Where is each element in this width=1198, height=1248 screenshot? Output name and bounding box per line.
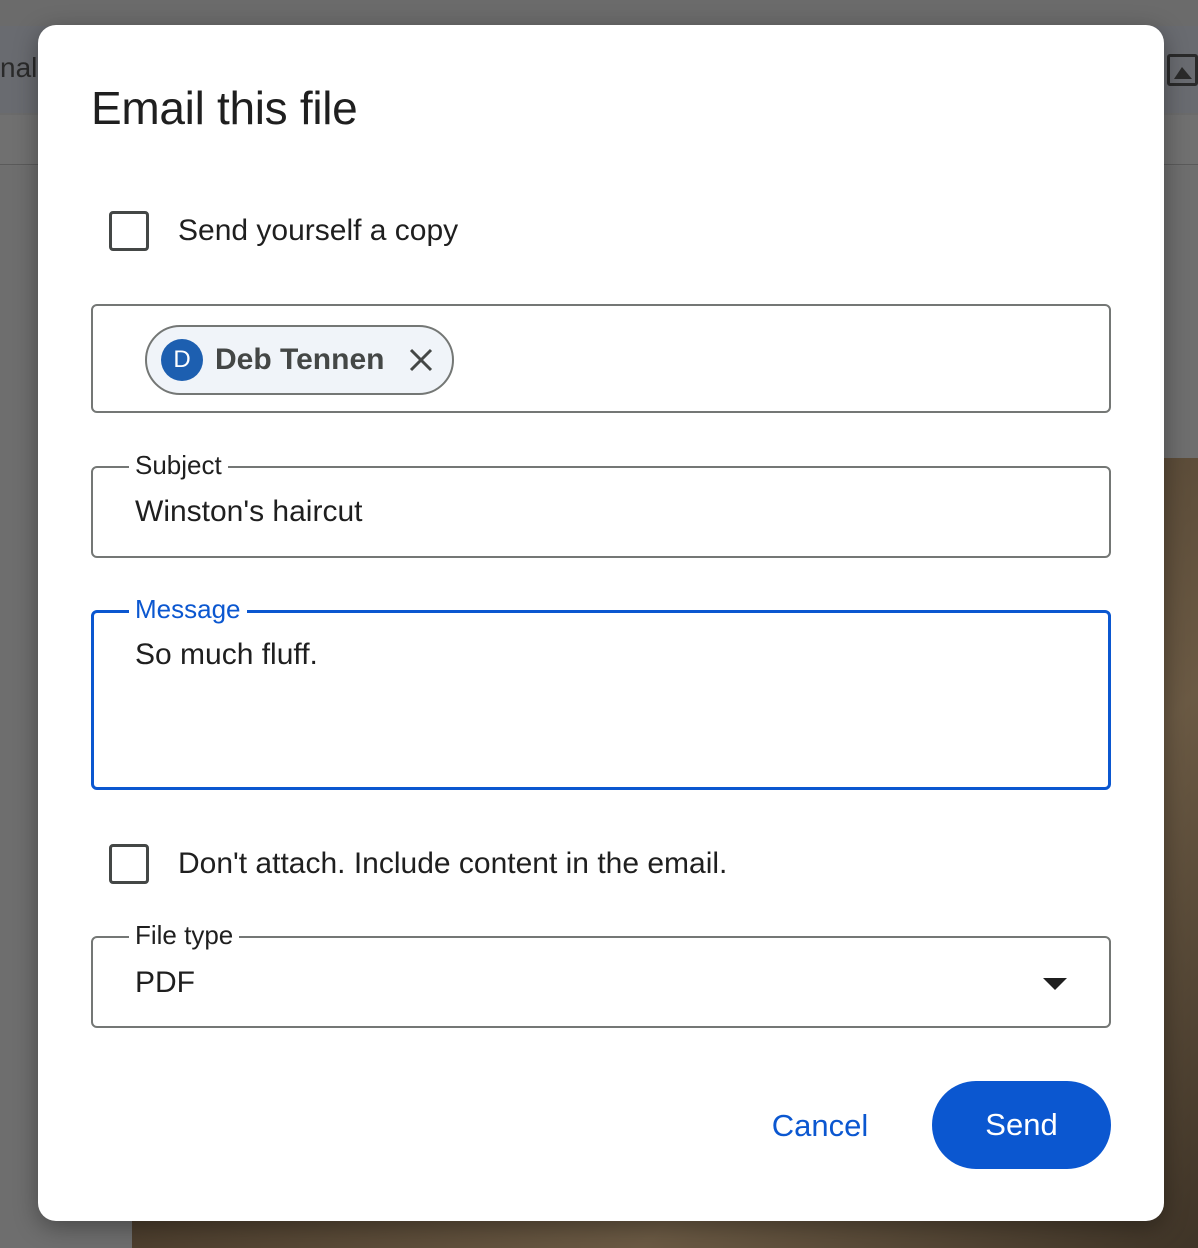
file-type-label: File type — [129, 920, 240, 951]
dropdown-arrow-icon[interactable] — [1043, 978, 1067, 990]
dont-attach-checkbox[interactable] — [109, 844, 149, 884]
close-icon[interactable] — [406, 345, 436, 375]
subject-label: Subject — [129, 450, 228, 481]
email-file-dialog: Email this file Send yourself a copy D D… — [38, 25, 1164, 1221]
send-copy-checkbox[interactable] — [109, 211, 149, 251]
cancel-button[interactable]: Cancel — [754, 1083, 886, 1169]
file-type-value[interactable]: PDF — [135, 966, 195, 1000]
recipient-name: Deb Tennen — [215, 343, 385, 376]
dont-attach-label[interactable]: Don't attach. Include content in the ema… — [178, 847, 727, 881]
send-copy-row[interactable]: Send yourself a copy — [109, 211, 458, 251]
subject-field[interactable]: Subject Winston's haircut — [91, 450, 1111, 558]
dialog-title: Email this file — [91, 82, 358, 134]
send-button[interactable]: Send — [932, 1081, 1111, 1169]
toolbar-fragment-text: nal — [0, 52, 38, 83]
subject-input[interactable]: Winston's haircut — [135, 495, 362, 529]
recipient-chip[interactable]: D Deb Tennen — [145, 325, 455, 395]
dont-attach-row[interactable]: Don't attach. Include content in the ema… — [109, 844, 727, 884]
send-copy-label[interactable]: Send yourself a copy — [178, 214, 458, 248]
message-textarea[interactable]: So much fluff. — [135, 638, 318, 672]
avatar: D — [161, 339, 203, 381]
recipients-field[interactable]: D Deb Tennen — [91, 304, 1111, 413]
file-type-select[interactable]: File type PDF — [91, 920, 1111, 1028]
message-label: Message — [129, 594, 247, 625]
message-field[interactable]: Message So much fluff. — [91, 594, 1111, 790]
image-icon — [1167, 54, 1198, 86]
